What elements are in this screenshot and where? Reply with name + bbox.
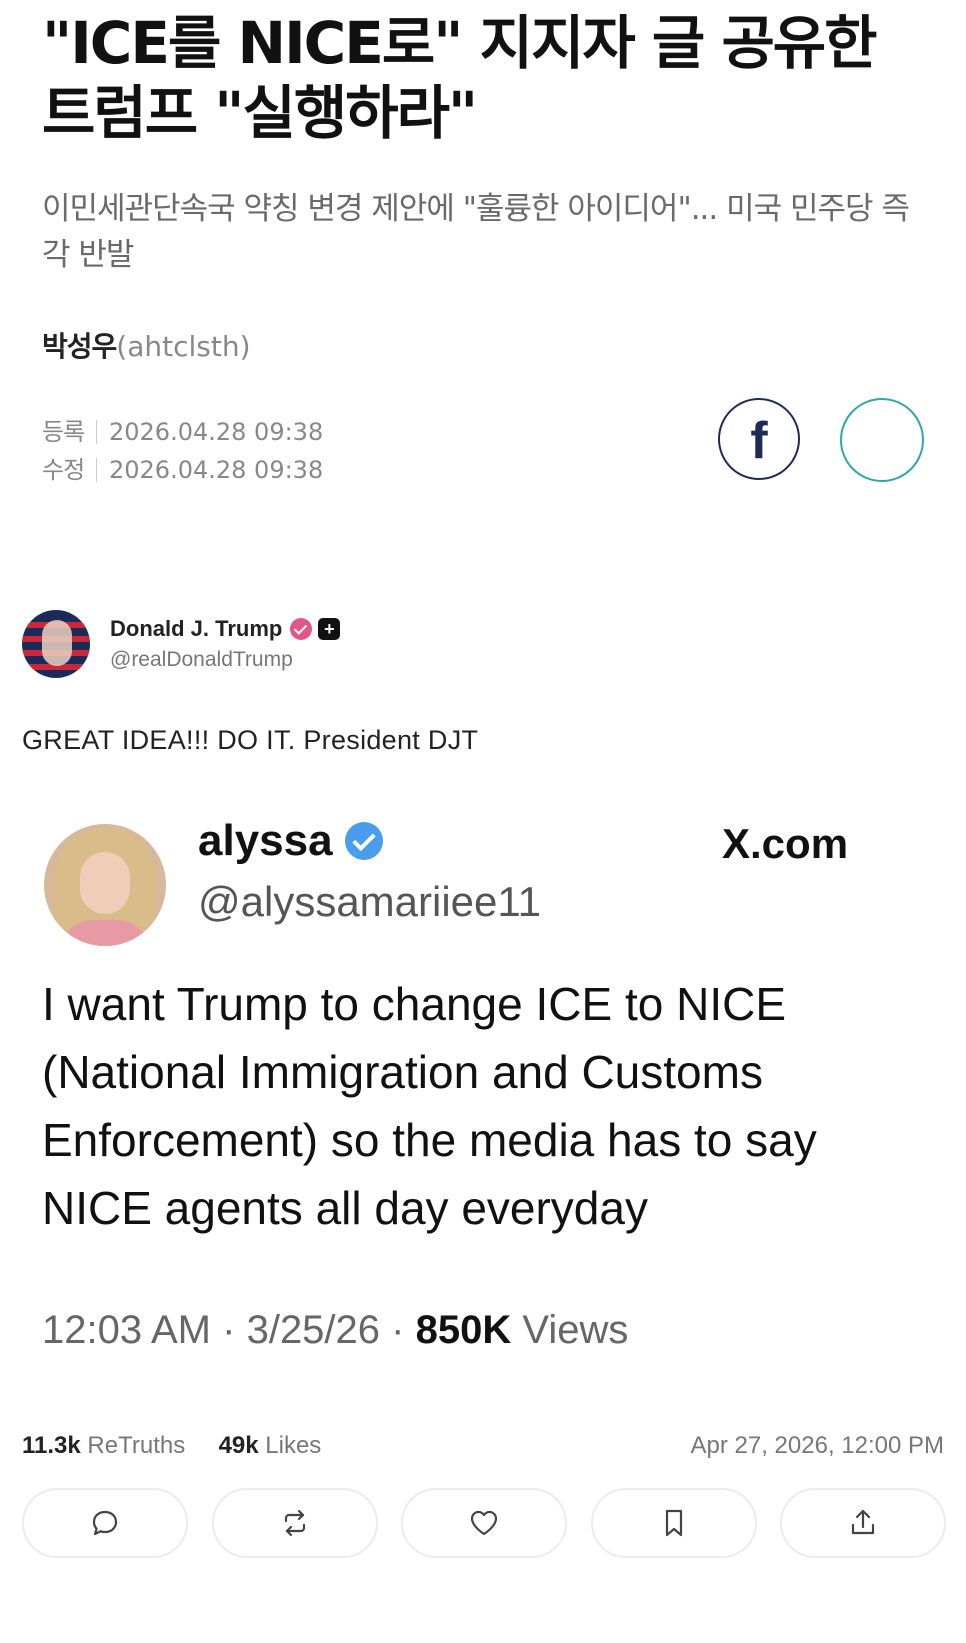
x-post-time: 12:03 AM: [42, 1308, 212, 1352]
truth-post-header: Donald J. Trump + @realDonaldTrump: [22, 610, 341, 678]
registered-row: 등록 2026.04.28 09:38: [42, 413, 323, 451]
truth-post-stats: 11.3k ReTruths 49k Likes: [22, 1432, 321, 1460]
plus-badge-icon: +: [318, 618, 341, 640]
retruth-button[interactable]: [211, 1488, 378, 1558]
x-author: alyssa: [198, 816, 383, 866]
bookmark-button[interactable]: [590, 1488, 757, 1558]
x-post-meta: 12:03 AM · 3/25/26 · 850K Views: [42, 1308, 628, 1353]
x-author-handle: @alyssamariiee11: [198, 878, 541, 925]
reply-button[interactable]: [22, 1488, 188, 1558]
truth-author-handle[interactable]: @realDonaldTrump: [110, 648, 340, 672]
truth-author-name[interactable]: Donald J. Trump: [110, 616, 282, 642]
registered-label: 등록: [42, 418, 85, 446]
x-views-label: Views: [522, 1308, 629, 1352]
article-subheadline: 이민세관단속국 약칭 변경 제안에 "훌륭한 아이디어"... 미국 민주당 즉…: [42, 191, 910, 273]
truth-author-meta: Donald J. Trump + @realDonaldTrump: [110, 616, 341, 672]
x-source-label: X.com: [722, 820, 849, 867]
share-post-button[interactable]: [780, 1488, 946, 1558]
registered-time: 2026.04.28 09:38: [109, 418, 324, 446]
avatar: [44, 824, 166, 946]
action-bar: [22, 1488, 946, 1558]
x-views-count: 850K: [415, 1308, 512, 1352]
like-icon: [470, 1510, 498, 1536]
byline: 박성우(ahtclsth): [42, 325, 251, 365]
bookmark-icon: [665, 1509, 682, 1537]
x-post-date: 3/25/26: [246, 1308, 381, 1352]
avatar-face: [80, 852, 130, 914]
like-button[interactable]: [401, 1488, 567, 1558]
retruth-icon: [284, 1509, 305, 1537]
x-post-body: I want Trump to change ICE to NICE (Nati…: [42, 978, 817, 1234]
share-button[interactable]: [840, 398, 924, 482]
retruths-label[interactable]: ReTruths: [87, 1432, 185, 1459]
verified-check-icon: [344, 822, 383, 860]
meta-dot: ·: [391, 1308, 416, 1352]
article-dates: 등록 2026.04.28 09:38 수정 2026.04.28 09:38: [42, 413, 323, 489]
facebook-share-button[interactable]: f: [718, 398, 800, 480]
likes-count[interactable]: 49k: [219, 1432, 259, 1459]
verified-badge-icon: [290, 618, 313, 640]
truth-author: Donald J. Trump +: [110, 616, 341, 642]
modified-row: 수정 2026.04.28 09:38: [42, 451, 323, 489]
article-headline: "ICE를 NICE로" 지지자 글 공유한 트럼프 "실행하라": [42, 9, 878, 147]
avatar-face: [42, 620, 72, 666]
modified-time: 2026.04.28 09:38: [109, 456, 324, 484]
quoted-x-post: alyssa @alyssamariiee11 X.com I want Tru…: [22, 800, 942, 1420]
author-name[interactable]: 박성우: [42, 330, 117, 363]
share-icon: [851, 1509, 875, 1535]
truth-post-timestamp[interactable]: Apr 27, 2026, 12:00 PM: [691, 1432, 945, 1460]
modified-label: 수정: [42, 456, 85, 484]
likes-label[interactable]: Likes: [265, 1432, 321, 1459]
author-id: (ahtclsth): [116, 330, 251, 363]
meta-dot: ·: [222, 1308, 247, 1352]
date-divider: [96, 420, 97, 444]
reply-icon: [92, 1510, 118, 1536]
x-author-name: alyssa: [198, 816, 333, 865]
facebook-icon: f: [750, 412, 768, 470]
retruths-count[interactable]: 11.3k: [22, 1432, 81, 1459]
date-divider: [96, 458, 97, 482]
avatar[interactable]: [22, 610, 90, 678]
truth-post-text: GREAT IDEA!!! DO IT. President DJT: [22, 725, 479, 755]
